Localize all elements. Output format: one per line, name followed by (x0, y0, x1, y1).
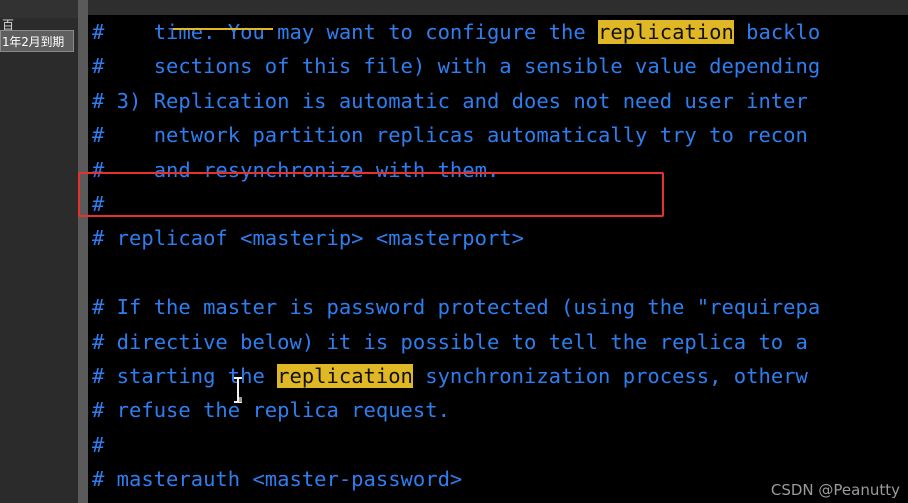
code-text: # refuse the replica request. (92, 398, 450, 423)
code-text: # masterauth <master-password> (92, 467, 463, 492)
code-text: # sections of this file) with a sensible… (92, 54, 821, 79)
clipped-highlight-sliver-left (173, 28, 273, 30)
code-text: # directive below) it is possible to tel… (92, 329, 808, 354)
code-line[interactable]: # 3) Replication is automatic and does n… (88, 84, 820, 118)
code-line[interactable]: # (88, 187, 820, 221)
code-text: # time. You may want to configure the (92, 20, 599, 44)
code-line[interactable]: # masterauth <master-password> (88, 462, 820, 496)
code-line[interactable]: # refuse the replica request. (88, 393, 820, 427)
code-line[interactable]: # network partition replicas automatical… (88, 118, 820, 152)
code-line[interactable]: # sections of this file) with a sensible… (88, 49, 820, 83)
expiry-badge: 1年2月到期 (0, 30, 74, 52)
code-text: # (92, 191, 105, 216)
code-text: backlo (733, 20, 821, 44)
code-text: # starting the (92, 363, 278, 388)
watermark: CSDN @Peanutty (770, 481, 900, 499)
code-text: # If the master is password protected (u… (92, 295, 821, 320)
search-highlight: replication (598, 20, 734, 44)
ibeam-shadow (239, 397, 242, 402)
search-highlight: replication (277, 363, 413, 388)
code-text: synchronization process, otherw (412, 363, 808, 388)
mouse-ibeam-cursor (234, 377, 242, 403)
code-text: # (92, 432, 105, 457)
code-text: # network partition replicas automatical… (92, 123, 808, 148)
text-editor-viewport[interactable]: # time. You may want to configure the re… (88, 15, 908, 503)
code-line[interactable]: # (88, 428, 820, 462)
config-file-text[interactable]: # time. You may want to configure the re… (88, 15, 820, 503)
expiry-badge-label: 1年2月到期 (2, 34, 65, 49)
code-text: # replicaof <masterip> <masterport> (92, 226, 524, 251)
code-line[interactable]: # If the master is password protected (u… (88, 290, 820, 324)
code-text: # and resynchronize with them. (92, 157, 500, 182)
code-line[interactable] (88, 256, 820, 290)
code-text: # 3) Replication is automatic and does n… (92, 88, 808, 113)
code-line[interactable]: # replicaof <masterip> <masterport> (88, 221, 820, 255)
terminal-titlebar (88, 0, 908, 15)
left-background-panel: 百 1年2月到期 (0, 0, 78, 503)
left-panel-header (0, 0, 78, 18)
window-edge-gutter (78, 0, 88, 503)
code-line[interactable]: # time. You may want to configure the re… (88, 15, 820, 49)
code-line[interactable]: # and resynchronize with them. (88, 153, 820, 187)
code-line[interactable]: # starting the replication synchronizati… (88, 359, 820, 393)
screen-root: # time. You may want to configure the re… (0, 0, 908, 503)
code-line[interactable]: # directive below) it is possible to tel… (88, 325, 820, 359)
code-line[interactable] (88, 496, 820, 503)
